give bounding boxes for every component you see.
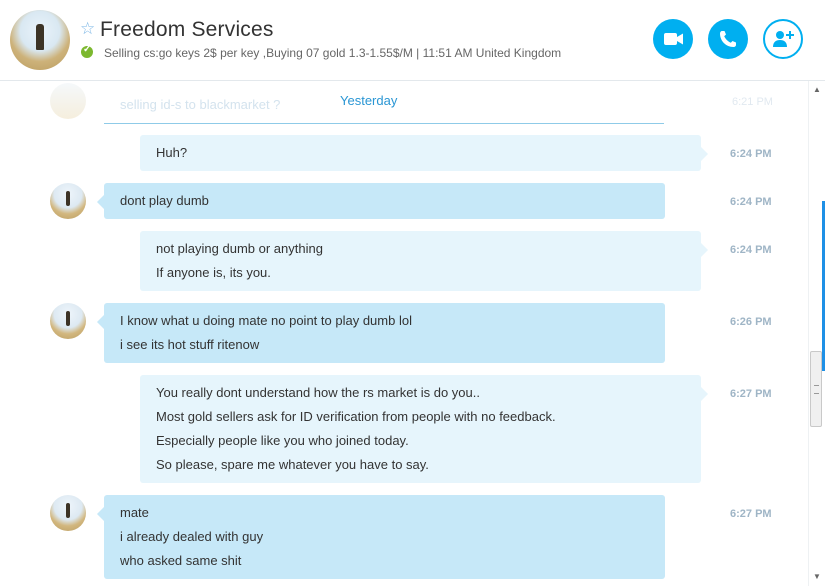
message-list[interactable]: selling id-s to blackmarket ? 6:21 PM Ye… (0, 81, 808, 586)
sender-avatar[interactable] (50, 303, 86, 339)
phone-icon (720, 31, 736, 47)
message-text: You really dont understand how the rs ma… (156, 385, 480, 400)
message-incoming[interactable]: dont play dumb (97, 183, 665, 219)
message-time: 6:26 PM (730, 316, 772, 328)
faded-avatar (50, 83, 86, 119)
avatar-figure (36, 24, 44, 50)
message-text: Most gold sellers ask for ID verificatio… (156, 409, 556, 424)
message-time: 6:27 PM (730, 508, 772, 520)
scroll-down-arrow-icon[interactable]: ▼ (813, 572, 821, 581)
faded-message-text: selling id-s to blackmarket ? (120, 97, 281, 112)
chat-scrollbar[interactable]: ▲ ▼ (808, 81, 825, 586)
video-camera-icon (664, 33, 683, 45)
message-text: So please, spare me whatever you have to… (156, 457, 429, 472)
message-time: 6:24 PM (730, 244, 772, 256)
add-person-icon (773, 31, 794, 47)
online-status-icon (81, 44, 93, 58)
sender-avatar[interactable] (50, 495, 86, 531)
message-outgoing[interactable]: Huh? (140, 135, 708, 171)
message-text: dont play dumb (120, 193, 209, 208)
message-text: If anyone is, its you. (156, 265, 271, 280)
faded-message-time: 6:21 PM (732, 96, 773, 108)
audio-call-button[interactable] (708, 19, 748, 59)
message-text: i already dealed with guy (120, 529, 264, 544)
grip-icon (814, 385, 819, 394)
message-time: 6:24 PM (730, 148, 772, 160)
scroll-thumb[interactable] (810, 351, 822, 427)
add-people-button[interactable] (763, 19, 803, 59)
message-time: 6:27 PM (730, 388, 772, 400)
video-call-button[interactable] (653, 19, 693, 59)
message-text: mate (120, 505, 149, 520)
message-text: I know what u doing mate no point to pla… (120, 313, 412, 328)
message-outgoing[interactable]: not playing dumb or anything If anyone i… (140, 231, 708, 291)
date-separator: Yesterday (340, 93, 398, 108)
message-incoming[interactable]: I know what u doing mate no point to pla… (97, 303, 665, 363)
message-time: 6:24 PM (730, 196, 772, 208)
message-text: Especially people like you who joined to… (156, 433, 409, 448)
contact-avatar[interactable] (10, 10, 70, 70)
scroll-up-arrow-icon[interactable]: ▲ (813, 85, 821, 94)
message-text: i see its hot stuff ritenow (120, 337, 260, 352)
conversation-header: ☆ Freedom Services Selling cs:go keys 2$… (0, 0, 825, 81)
message-text: who asked same shit (120, 553, 242, 568)
favorite-star-icon[interactable]: ☆ (80, 19, 95, 39)
sender-avatar[interactable] (50, 183, 86, 219)
message-text: not playing dumb or anything (156, 241, 323, 256)
message-incoming[interactable]: mate i already dealed with guy who asked… (97, 495, 665, 579)
message-text: Huh? (156, 145, 188, 160)
message-outgoing[interactable]: You really dont understand how the rs ma… (140, 375, 708, 483)
contact-name[interactable]: Freedom Services (100, 18, 274, 42)
mood-message: Selling cs:go keys 2$ per key ,Buying 07… (104, 46, 562, 60)
